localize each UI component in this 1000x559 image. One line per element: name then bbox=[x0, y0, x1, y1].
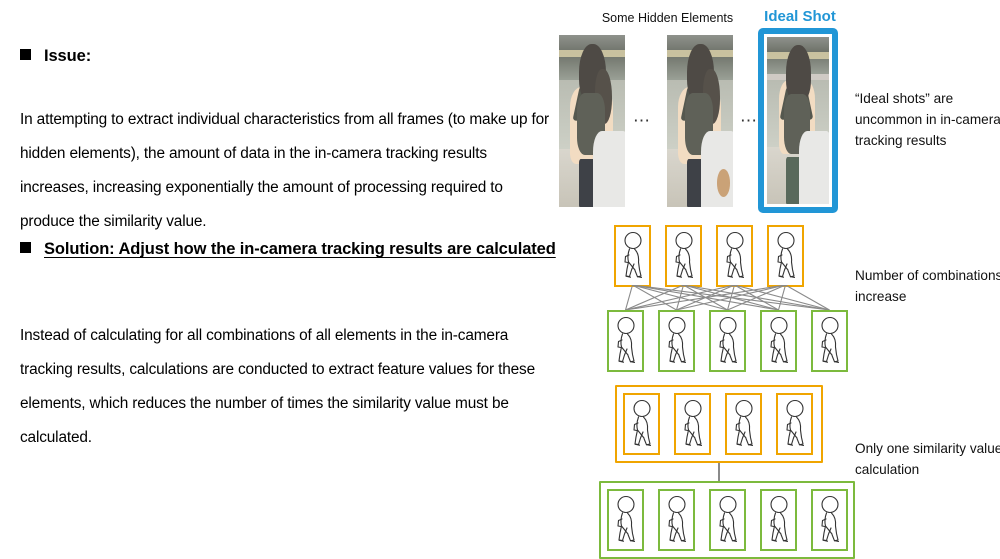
pedestrian-box-green bbox=[607, 489, 644, 551]
ellipsis-separator-1: ⋯ bbox=[633, 111, 652, 130]
note-only-one-similarity-value-calculation: Only one similarity value calculation bbox=[855, 441, 1000, 477]
pedestrian-box-green bbox=[607, 310, 644, 372]
hidden-frame-1-photo bbox=[559, 35, 625, 207]
bullet-square-icon bbox=[20, 49, 31, 60]
solution-heading-label: Solution: Adjust how the in-camera track… bbox=[44, 240, 556, 258]
caption-some-hidden-elements: Some Hidden Elements bbox=[601, 11, 734, 25]
pedestrian-box-orange bbox=[725, 393, 762, 455]
right-figure-column: Some Hidden Elements Ideal Shot ⋯ ⋯ “Ide… bbox=[555, 0, 1000, 559]
ellipsis-separator-2: ⋯ bbox=[740, 111, 759, 130]
pedestrian-box-orange bbox=[674, 393, 711, 455]
combinations-bottom-row bbox=[607, 310, 848, 372]
left-text-column: Issue: In attempting to extract individu… bbox=[0, 0, 560, 554]
issue-heading: Issue: bbox=[20, 47, 91, 66]
pedestrian-box-green bbox=[658, 310, 695, 372]
solution-heading: Solution: Adjust how the in-camera track… bbox=[20, 240, 556, 259]
pedestrian-box-orange bbox=[665, 225, 702, 287]
pedestrian-box-green bbox=[709, 489, 746, 551]
issue-paragraph: In attempting to extract individual char… bbox=[20, 111, 550, 231]
pedestrian-box-orange bbox=[716, 225, 753, 287]
hidden-frame-2-photo bbox=[667, 35, 733, 207]
surveillance-scene bbox=[667, 35, 733, 207]
diagram-single-calculation bbox=[593, 385, 878, 559]
pedestrian-box-green bbox=[658, 489, 695, 551]
single-bottom-row bbox=[607, 489, 848, 551]
diagram-combinations-increase bbox=[600, 225, 870, 372]
pedestrian-box-green bbox=[709, 310, 746, 372]
bullet-square-icon bbox=[20, 242, 31, 253]
pedestrian-box-orange bbox=[767, 225, 804, 287]
issue-heading-label: Issue: bbox=[44, 47, 92, 65]
pedestrian-box-orange bbox=[776, 393, 813, 455]
solution-paragraph: Instead of calculating for all combinati… bbox=[20, 327, 535, 447]
single-top-row bbox=[623, 393, 813, 455]
ideal-shot-highlight-frame bbox=[758, 28, 838, 213]
caption-ideal-shot: Ideal Shot bbox=[764, 8, 836, 25]
note-number-of-combinations-increase: Number of combinations increase bbox=[855, 268, 1000, 304]
pedestrian-box-green bbox=[760, 310, 797, 372]
pedestrian-box-green bbox=[811, 310, 848, 372]
combinations-top-row bbox=[614, 225, 804, 287]
pedestrian-box-orange bbox=[614, 225, 651, 287]
pedestrian-box-orange bbox=[623, 393, 660, 455]
surveillance-scene bbox=[767, 37, 829, 204]
ideal-frame-photo bbox=[767, 37, 829, 204]
pedestrian-box-green bbox=[760, 489, 797, 551]
ideal-shot-note: “Ideal shots” are uncommon in in-camera … bbox=[855, 91, 1000, 148]
surveillance-scene bbox=[559, 35, 625, 207]
pedestrian-box-green bbox=[811, 489, 848, 551]
single-connector-line bbox=[718, 463, 720, 481]
